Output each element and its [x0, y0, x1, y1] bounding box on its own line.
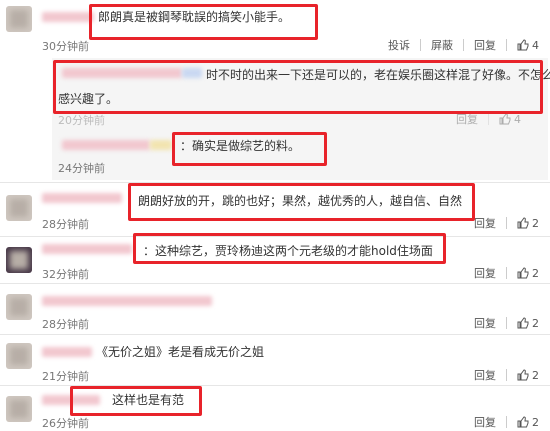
timestamp: 21分钟前: [42, 370, 89, 383]
comment-5: ：这种综艺，贾玲杨迪这两个元老级的才能hold住场面 32分钟前 回复 2: [0, 233, 550, 283]
like-count: 4: [514, 112, 521, 126]
like-count: 2: [532, 368, 539, 382]
highlight-box: [128, 183, 475, 221]
thumbs-up-icon: [517, 369, 529, 381]
timestamp: 28分钟前: [42, 218, 89, 231]
block-button[interactable]: 屏蔽: [431, 37, 453, 53]
comment-1: 郎朗真是被鋼琴耽誤的搞笑小能手。 30分钟前 投诉 屏蔽 回复 4: [0, 0, 550, 58]
like-button[interactable]: 4: [517, 39, 539, 52]
highlight-box: [89, 4, 318, 40]
thumbs-up-icon: [517, 317, 529, 329]
username-blur: [42, 193, 122, 203]
reply-button[interactable]: 回复: [474, 265, 496, 281]
avatar[interactable]: [6, 396, 32, 422]
comment-4: 朗朗好放的开，跳的也好；果然，越优秀的人，越自信、自然 28分钟前 回复 2: [0, 183, 550, 236]
comment-actions: 回复 2: [474, 215, 539, 231]
reply-button[interactable]: 回复: [474, 37, 496, 53]
reply-button[interactable]: 回复: [474, 367, 496, 383]
avatar[interactable]: [6, 6, 32, 32]
reply-button[interactable]: 回复: [474, 315, 496, 331]
like-button[interactable]: 2: [517, 369, 539, 382]
reply-button[interactable]: 回复: [474, 215, 496, 231]
timestamp: 32分钟前: [42, 268, 89, 281]
username-blur: [42, 12, 94, 22]
username-blur: [150, 140, 172, 150]
thumbs-up-icon: [517, 416, 529, 428]
reply-1: 时不时的出来一下还是可以的，老在娱乐圈这样混了好像。不怎么 感兴趣了。 20分钟…: [0, 58, 550, 127]
avatar[interactable]: [6, 247, 32, 273]
comment-7: 《无价之姐》老是看成无价之姐 21分钟前 回复 2: [0, 335, 550, 385]
comment-actions: 回复 2: [474, 265, 539, 281]
reply-button[interactable]: 回复: [474, 414, 496, 430]
avatar[interactable]: [6, 343, 32, 369]
timestamp: 24分钟前: [58, 162, 105, 175]
like-count: 2: [532, 216, 539, 230]
timestamp: 28分钟前: [42, 318, 89, 331]
thumbs-up-icon: [517, 39, 529, 51]
like-button[interactable]: 4: [499, 113, 521, 126]
username-blur: [62, 140, 150, 150]
thumbs-up-icon: [517, 267, 529, 279]
avatar[interactable]: [6, 294, 32, 320]
like-count: 2: [532, 266, 539, 280]
comment-text: 《无价之姐》老是看成无价之姐: [96, 345, 265, 359]
username-blur: [42, 347, 92, 357]
like-button[interactable]: 2: [517, 416, 539, 429]
username-blur: [42, 244, 132, 254]
timestamp: 30分钟前: [42, 40, 89, 53]
report-button[interactable]: 投诉: [388, 37, 410, 53]
comment-actions: 回复 2: [474, 414, 539, 430]
comment-actions: 回复 2: [474, 315, 539, 331]
thumbs-up-icon: [517, 217, 529, 229]
like-count: 4: [532, 38, 539, 52]
like-button[interactable]: 2: [517, 217, 539, 230]
comment-actions: 回复 2: [474, 367, 539, 383]
like-button[interactable]: 2: [517, 267, 539, 280]
reply-2: ：确实是做综艺的料。 24分钟前: [0, 126, 550, 180]
comment-6: 28分钟前 回复 2: [0, 284, 550, 334]
highlight-box: [53, 60, 543, 114]
comment-actions: 投诉 屏蔽 回复 4: [388, 37, 539, 53]
timestamp: 26分钟前: [42, 417, 89, 430]
highlight-box: [172, 132, 327, 166]
thumbs-up-icon: [499, 113, 511, 125]
like-button[interactable]: 2: [517, 317, 539, 330]
username-blur: [42, 296, 212, 306]
comment-8: 这样也是有范 26分钟前 回复 2: [0, 386, 550, 431]
like-count: 2: [532, 316, 539, 330]
avatar[interactable]: [6, 195, 32, 221]
like-count: 2: [532, 415, 539, 429]
highlight-box: [70, 386, 202, 416]
highlight-box: [133, 233, 446, 264]
